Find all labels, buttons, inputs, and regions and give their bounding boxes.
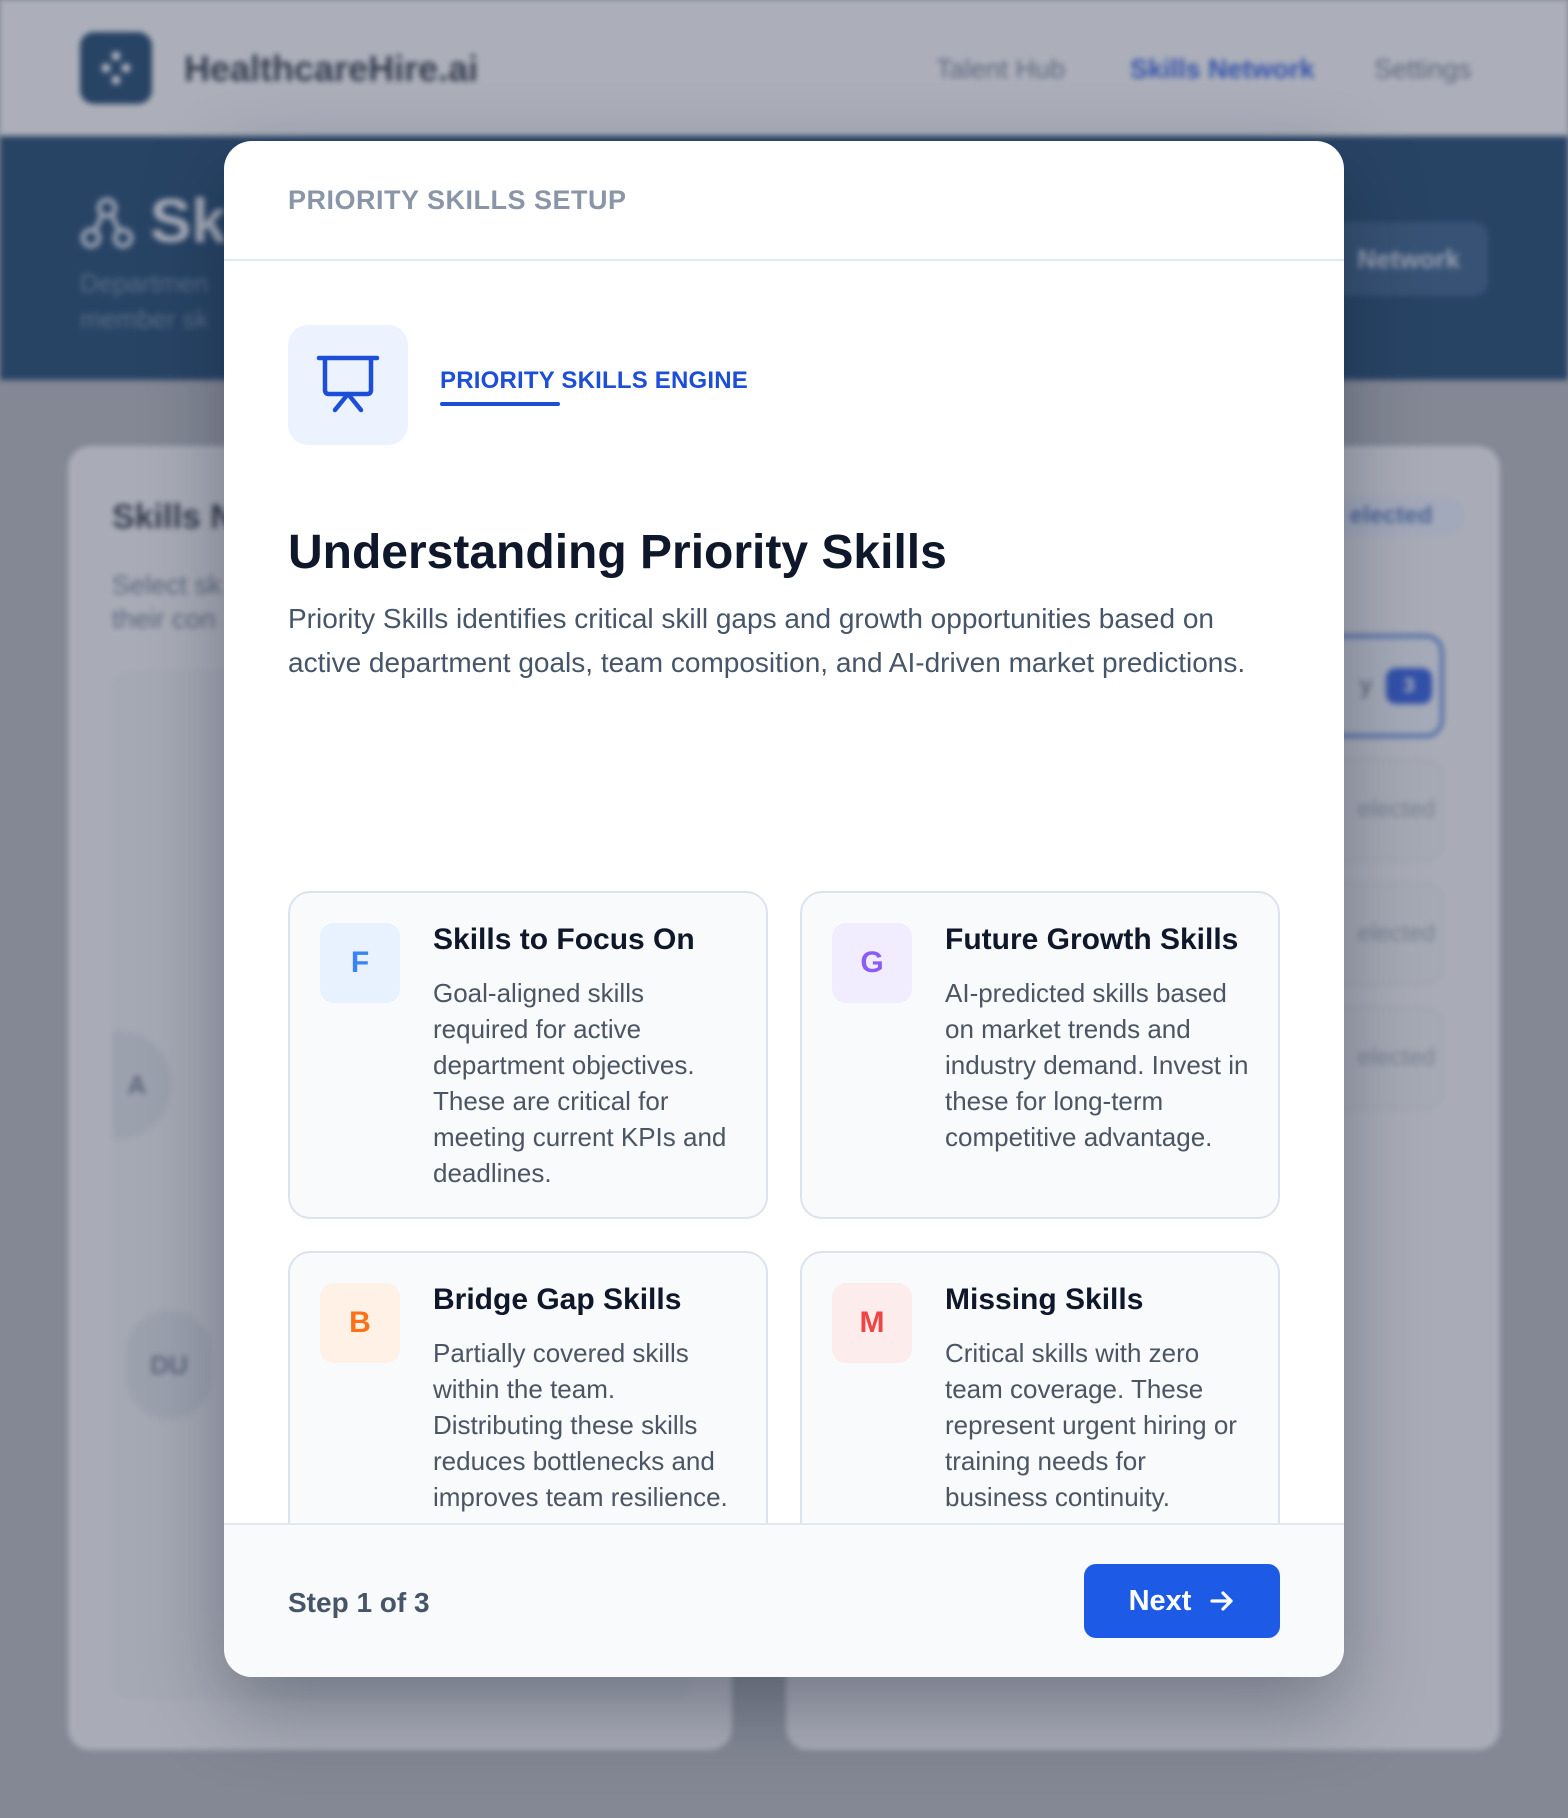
modal-footer: Step 1 of 3 Next bbox=[224, 1523, 1344, 1677]
card-description: Partially covered skills within the team… bbox=[433, 1338, 728, 1512]
presentation-board-icon bbox=[288, 325, 408, 445]
arrow-right-icon bbox=[1210, 1591, 1234, 1611]
modal-header-title: PRIORITY SKILLS SETUP bbox=[288, 184, 627, 215]
engine-label: PRIORITY SKILLS ENGINE bbox=[440, 367, 748, 394]
card-description: Critical skills with zero team coverage.… bbox=[945, 1338, 1237, 1512]
card-title: Missing Skills bbox=[945, 1283, 1144, 1316]
skill-category-card-growth: G Future Growth Skills AI-predicted skil… bbox=[800, 891, 1280, 1219]
bridge-letter-badge: B bbox=[320, 1283, 400, 1363]
modal-body: PRIORITY SKILLS ENGINE Understanding Pri… bbox=[224, 261, 1344, 1579]
modal-title: Understanding Priority Skills bbox=[288, 526, 947, 579]
engine-label-underline bbox=[440, 402, 560, 406]
missing-letter-badge: M bbox=[832, 1283, 912, 1363]
card-title: Future Growth Skills bbox=[945, 923, 1239, 956]
card-title: Bridge Gap Skills bbox=[433, 1283, 682, 1316]
skill-category-card-focus: F Skills to Focus On Goal-aligned skills… bbox=[288, 891, 768, 1219]
card-description: Goal-aligned skills required for active … bbox=[433, 978, 727, 1188]
next-button[interactable]: Next bbox=[1084, 1564, 1280, 1638]
modal-description: Priority Skills identifies critical skil… bbox=[288, 603, 1246, 678]
card-description: AI-predicted skills based on market tren… bbox=[945, 978, 1249, 1152]
modal-header: PRIORITY SKILLS SETUP bbox=[224, 141, 1344, 261]
priority-skills-modal: PRIORITY SKILLS SETUP PRIORITY SKILLS EN… bbox=[224, 141, 1344, 1677]
next-button-label: Next bbox=[1128, 1584, 1192, 1617]
growth-letter-badge: G bbox=[832, 923, 912, 1003]
step-indicator: Step 1 of 3 bbox=[288, 1587, 430, 1618]
focus-letter-badge: F bbox=[320, 923, 400, 1003]
card-title: Skills to Focus On bbox=[433, 923, 695, 956]
